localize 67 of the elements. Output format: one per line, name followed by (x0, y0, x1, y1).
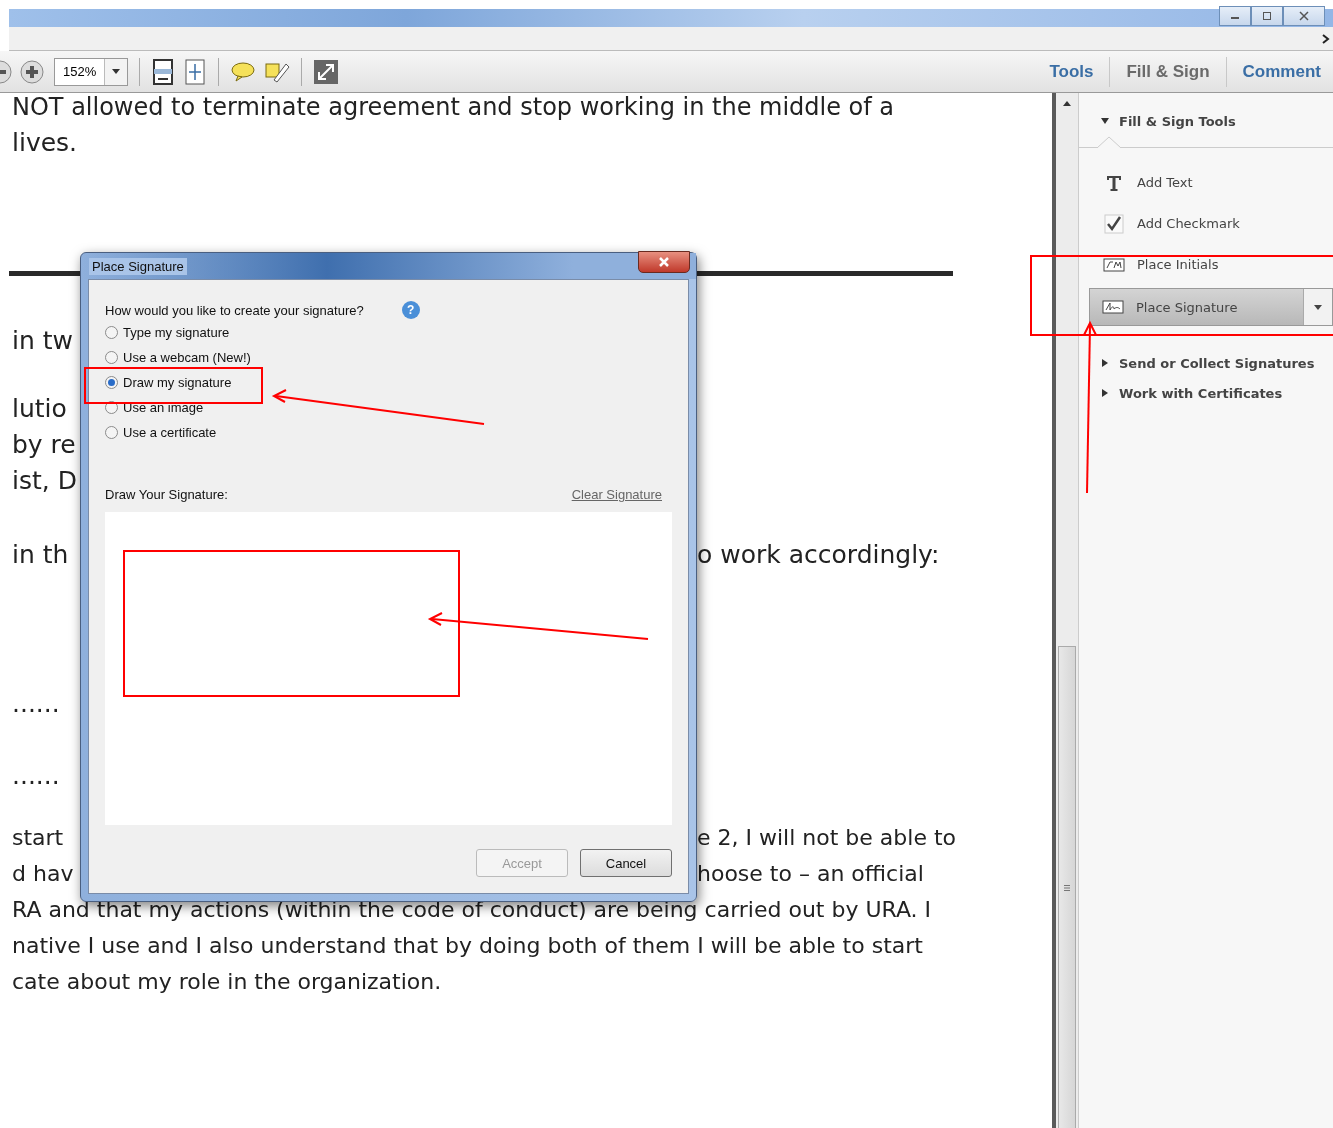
document-text: hoose to – an official (697, 860, 924, 888)
document-text: ist, D (12, 465, 77, 497)
tool-item[interactable]: Add Checkmark (1089, 203, 1333, 244)
chevron-icon[interactable] (1322, 33, 1330, 44)
scrollbar[interactable] (1052, 93, 1078, 1128)
document-text: lives. (12, 127, 78, 159)
comment-icon[interactable] (230, 60, 257, 83)
tool-item[interactable]: Place Initials (1089, 244, 1333, 285)
checkmark-icon (1103, 213, 1125, 234)
document-text: lutio (12, 393, 67, 425)
document-text: native I use and I also understand that by doing both of them I will be able to start (12, 932, 923, 960)
document-text: ...... (12, 760, 60, 792)
close-button[interactable] (638, 251, 690, 273)
scroll-thumb[interactable] (1058, 646, 1076, 1128)
maximize-button[interactable] (1251, 6, 1283, 26)
section-title[interactable]: Fill & Sign Tools (1119, 113, 1236, 129)
radio-option[interactable]: Use an image (105, 395, 672, 420)
dialog-title: Place Signature (89, 257, 187, 275)
document-text: cate about my role in the organization. (12, 968, 442, 996)
signature-icon (1102, 300, 1124, 314)
clear-signature-link[interactable]: Clear Signature (571, 487, 662, 502)
radio-option[interactable]: Use a webcam (New!) (105, 345, 672, 370)
document-text: in tw (12, 325, 73, 357)
zoom-in-icon[interactable] (20, 59, 44, 84)
scroll-up-icon[interactable] (1063, 101, 1071, 106)
radio-button[interactable] (105, 326, 118, 339)
minimize-button[interactable] (1219, 6, 1251, 26)
tab[interactable]: Fill & Sign (1126, 61, 1210, 82)
document-text: NOT allowed to terminate agreement and stop working in the middle of a (12, 93, 895, 123)
document-text: by re (12, 429, 76, 461)
maximize-icon (1262, 11, 1272, 21)
expand-icon[interactable] (1101, 117, 1109, 125)
document-text: RA and that my actions (within the code of conduct) are being carried out by URA. I (12, 896, 932, 924)
tool-item[interactable]: Place Signature (1089, 288, 1333, 326)
document-text: e 2, I will not be able to (697, 824, 956, 852)
radio-button[interactable] (105, 426, 118, 439)
document-text: o work accordingly: (697, 539, 940, 571)
caret-icon (112, 69, 121, 74)
tab[interactable]: Comment (1242, 61, 1321, 82)
fit-width-icon[interactable] (183, 58, 208, 85)
close-icon (658, 257, 670, 267)
zoom-field[interactable]: 152% (54, 57, 129, 86)
expand-icon[interactable] (1101, 389, 1109, 397)
document-text: ...... (12, 688, 60, 720)
close-icon (1299, 11, 1309, 21)
grip-icon (1064, 884, 1070, 891)
section-title[interactable]: Work with Certificates (1119, 385, 1283, 401)
question-text: How would you like to create your signature? (105, 302, 364, 318)
caret-icon (1314, 304, 1322, 310)
radio-button[interactable] (105, 351, 118, 364)
tool-item[interactable]: Add Text (1089, 162, 1333, 203)
document-text: d hav (12, 860, 74, 888)
radio-option[interactable]: Draw my signature (105, 370, 672, 395)
tab[interactable]: Tools (1049, 61, 1094, 82)
field-label: Draw Your Signature: (105, 487, 228, 502)
full-screen-icon[interactable] (313, 58, 340, 85)
document-text: start (12, 824, 64, 852)
radio-option[interactable]: Use a certificate (105, 420, 672, 445)
section-title[interactable]: Send or Collect Signatures (1119, 355, 1315, 371)
fit-page-icon[interactable] (151, 58, 176, 85)
zoom-out-icon[interactable] (0, 59, 12, 84)
dialog-button[interactable]: Cancel (580, 849, 672, 877)
radio-option[interactable]: Type my signature (105, 320, 672, 345)
document-text: in th (12, 539, 69, 571)
radio-button[interactable] (105, 376, 118, 389)
initials-icon (1103, 257, 1125, 272)
expand-icon[interactable] (1101, 359, 1109, 367)
